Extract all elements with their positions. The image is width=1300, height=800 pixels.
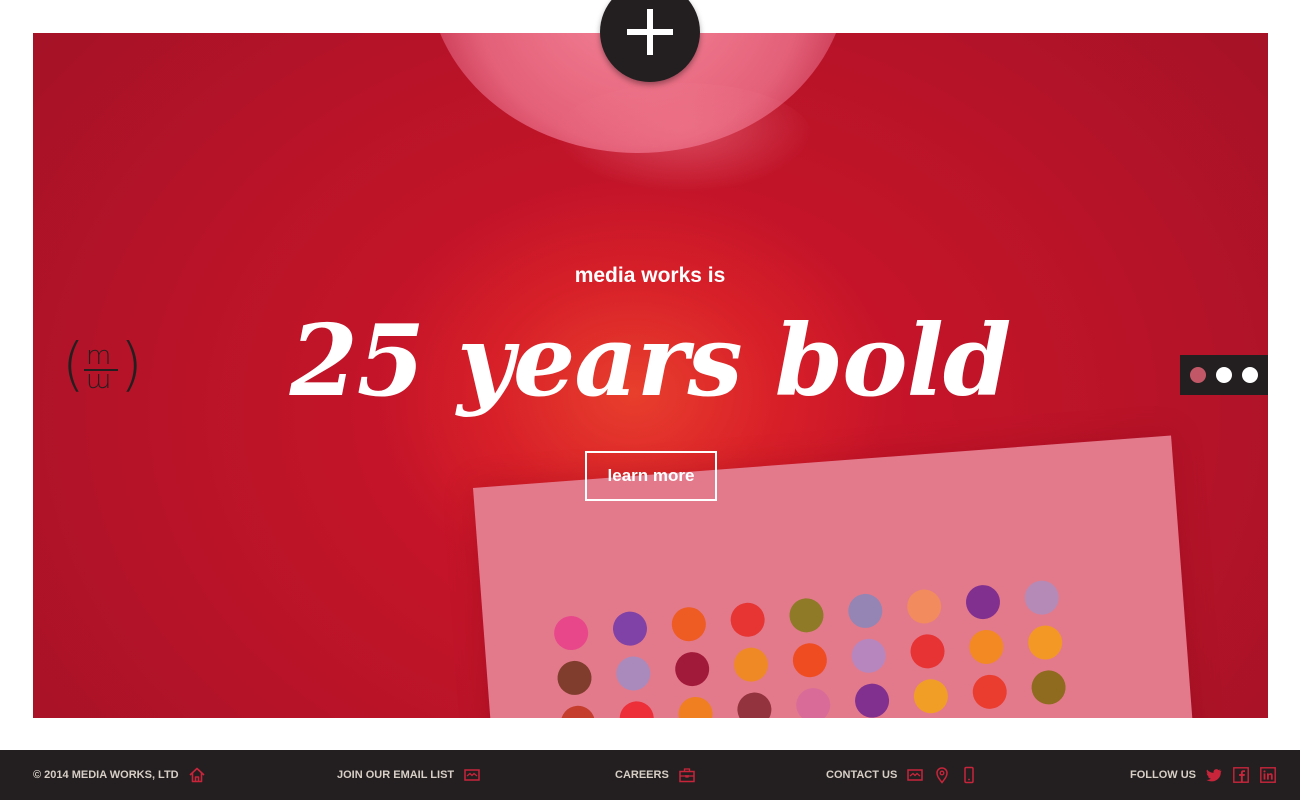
paint-dot [552, 614, 590, 652]
paint-dot [795, 686, 832, 718]
slide-dot-3[interactable] [1242, 367, 1258, 383]
mail-icon[interactable] [463, 766, 481, 784]
learn-more-button[interactable]: learn more [585, 451, 717, 501]
paint-dot [673, 650, 711, 688]
paint-dot [850, 637, 887, 675]
footer-follow-us: FOLLOW US [1130, 750, 1277, 800]
paint-dot [912, 678, 950, 715]
slide-pagination [1180, 355, 1268, 395]
paint-dot [971, 673, 1008, 711]
hero-headline: 25 years bold [289, 304, 1012, 419]
linkedin-icon[interactable] [1259, 766, 1277, 784]
slide-dot-2[interactable] [1216, 367, 1232, 383]
footer-email-list-link[interactable]: JOIN OUR EMAIL LIST [337, 750, 481, 800]
paint-dot [791, 642, 829, 679]
paint-dot [847, 592, 884, 630]
paint-dot [853, 682, 891, 718]
paint-dot [968, 628, 1005, 666]
site-footer: © 2014 MEDIA WORKS, LTD JOIN OUR EMAIL L… [0, 750, 1300, 800]
paint-dot [729, 601, 766, 639]
mobile-phone-icon[interactable] [960, 766, 978, 784]
facebook-icon[interactable] [1232, 766, 1250, 784]
paint-dot [1026, 624, 1064, 661]
paint-dot [909, 633, 946, 670]
lamp-glow-image [553, 83, 813, 193]
twitter-icon[interactable] [1205, 766, 1223, 784]
paint-dot [1023, 579, 1061, 616]
home-icon[interactable] [188, 766, 206, 784]
paint-dot [677, 695, 714, 718]
paint-dot [618, 700, 655, 718]
paint-dot [615, 655, 652, 692]
footer-copyright: © 2014 MEDIA WORKS, LTD [33, 750, 206, 800]
mail-icon[interactable] [906, 766, 924, 784]
slide-dot-1[interactable] [1190, 367, 1206, 383]
paint-dot [1030, 669, 1067, 706]
paint-dot [556, 659, 593, 697]
media-works-logo: ( m m ) [62, 330, 143, 398]
paint-dot [905, 588, 943, 625]
paint-dot [611, 610, 649, 647]
paint-dot [736, 691, 773, 718]
paint-dot [732, 646, 770, 683]
hero-tagline: media works is [574, 264, 726, 287]
paint-dot [964, 583, 1002, 621]
briefcase-icon[interactable] [678, 766, 696, 784]
map-pin-icon[interactable] [933, 766, 951, 784]
paint-dot [559, 704, 597, 718]
paint-dot [670, 605, 708, 643]
dot-painting-image [473, 435, 1196, 718]
footer-contact-link[interactable]: CONTACT US [826, 750, 978, 800]
paint-dot [788, 597, 825, 634]
footer-careers-link[interactable]: CAREERS [615, 750, 696, 800]
